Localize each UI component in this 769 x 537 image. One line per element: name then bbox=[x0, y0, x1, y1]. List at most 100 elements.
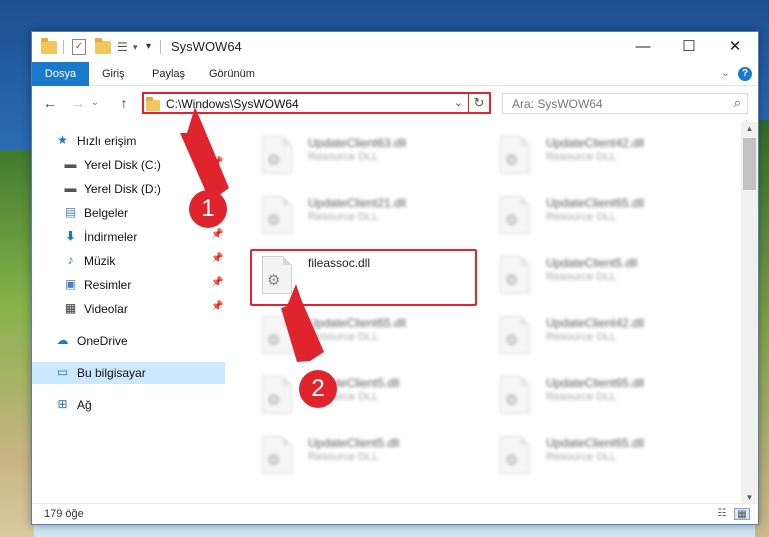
scrollbar-thumb[interactable] bbox=[743, 138, 756, 190]
chevron-down-icon[interactable]: ▾ bbox=[133, 39, 143, 55]
file-name: UpdateClient65.dll bbox=[546, 376, 645, 390]
tab-home[interactable]: Giriş bbox=[92, 62, 135, 86]
customize-toolbar-icon[interactable]: ☰ bbox=[117, 39, 131, 55]
drive-icon: ▬ bbox=[64, 157, 77, 171]
tab-share[interactable]: Paylaş bbox=[142, 62, 195, 86]
toolbar-dropdown-icon[interactable]: ▾ bbox=[146, 39, 156, 55]
file-type: Resource DLL bbox=[308, 151, 379, 163]
dll-file-icon: ⚙ bbox=[500, 256, 530, 294]
file-tile[interactable]: ⚙ UpdateClient42.dll Resource DLL bbox=[488, 130, 718, 185]
close-button[interactable]: ✕ bbox=[712, 32, 758, 62]
dll-file-icon: ⚙ bbox=[262, 316, 292, 354]
large-icons-view-icon[interactable]: ▦ bbox=[734, 508, 750, 520]
sidebar-item-quick-access[interactable]: ★ Hızlı erişim bbox=[32, 130, 225, 152]
file-name: UpdateClient42.dll bbox=[546, 136, 645, 150]
ribbon-tabs: Dosya Giriş Paylaş Görünüm ⌄ ? bbox=[32, 62, 758, 86]
up-button[interactable]: ↑ bbox=[114, 93, 134, 113]
file-type: Resource DLL bbox=[308, 331, 379, 343]
tab-file[interactable]: Dosya bbox=[32, 62, 89, 86]
file-name: UpdateClient21.dll bbox=[308, 196, 407, 210]
computer-icon: ▭ bbox=[56, 365, 69, 379]
forward-button[interactable]: → bbox=[68, 93, 88, 113]
sidebar-item-label: Ağ bbox=[77, 398, 92, 412]
scroll-up-icon[interactable]: ▲ bbox=[741, 122, 758, 136]
sidebar-item-drive-c[interactable]: ▬ Yerel Disk (C:) 📌 bbox=[32, 154, 225, 176]
title-bar: ✓ ☰ ▾ ▾ SysWOW64 — ☐ ✕ bbox=[32, 32, 758, 62]
dll-file-icon: ⚙ bbox=[500, 196, 530, 234]
sidebar-item-this-pc[interactable]: ▭ Bu bilgisayar bbox=[32, 362, 225, 384]
refresh-button[interactable]: ↻ bbox=[468, 92, 491, 114]
file-tile[interactable]: ⚙ UpdateClient65.dll Resource DLL bbox=[488, 430, 718, 485]
file-name: UpdateClient65.dll bbox=[546, 196, 645, 210]
file-name: UpdateClient5.dll bbox=[546, 256, 638, 270]
file-tile[interactable]: ⚙ UpdateClient5.dll Resource DLL bbox=[250, 430, 480, 485]
address-dropdown-icon[interactable]: ⌄ bbox=[454, 96, 463, 109]
address-bar[interactable]: C:\Windows\SysWOW64 ⌄ bbox=[142, 92, 491, 114]
divider bbox=[160, 40, 161, 54]
file-tile[interactable]: ⚙ UpdateClient5.dll Resource DLL bbox=[250, 370, 480, 425]
star-icon: ★ bbox=[57, 133, 68, 147]
picture-icon: ▣ bbox=[64, 277, 77, 291]
sidebar-item-label: Yerel Disk (C:) bbox=[84, 158, 161, 172]
tab-view[interactable]: Görünüm bbox=[199, 62, 265, 86]
file-tile[interactable]: ⚙ UpdateClient65.dll Resource DLL bbox=[488, 370, 718, 425]
dll-file-icon: ⚙ bbox=[262, 436, 292, 474]
file-type: Resource DLL bbox=[546, 151, 617, 163]
file-name: UpdateClient5.dll bbox=[308, 436, 400, 450]
pin-icon: 📌 bbox=[211, 157, 224, 168]
folder-icon bbox=[41, 38, 57, 55]
sidebar-item-label: Hızlı erişim bbox=[77, 134, 137, 148]
sidebar-item-pictures[interactable]: ▣ Resimler 📌 bbox=[32, 274, 225, 296]
file-highlight-box bbox=[250, 249, 477, 306]
file-type: Resource DLL bbox=[546, 271, 617, 283]
divider bbox=[63, 40, 64, 54]
sidebar-item-label: Videolar bbox=[84, 302, 128, 316]
sidebar-item-videos[interactable]: ▦ Videolar 📌 bbox=[32, 298, 225, 320]
sidebar-item-onedrive[interactable]: ☁ OneDrive bbox=[32, 330, 225, 352]
file-tile[interactable]: ⚙ UpdateClient65.dll Resource DLL bbox=[488, 190, 718, 245]
sidebar-item-music[interactable]: ♪ Müzik 📌 bbox=[32, 250, 225, 272]
item-count: 179 öğe bbox=[44, 508, 84, 520]
sidebar-item-label: Belgeler bbox=[84, 206, 129, 220]
search-input[interactable]: Ara: SysWOW64 ⌕ bbox=[502, 93, 748, 114]
folder-icon bbox=[146, 97, 160, 112]
expand-ribbon-icon[interactable]: ⌄ bbox=[721, 66, 730, 79]
sidebar-item-label: Yerel Disk (D:) bbox=[84, 182, 161, 196]
back-button[interactable]: ← bbox=[40, 93, 60, 113]
vertical-scrollbar[interactable]: ▲ ▼ bbox=[741, 122, 758, 505]
file-type: Resource DLL bbox=[308, 451, 379, 463]
file-tile[interactable]: ⚙ UpdateClient42.dll Resource DLL bbox=[488, 310, 718, 365]
dll-file-icon: ⚙ bbox=[500, 436, 530, 474]
search-icon[interactable]: ⌕ bbox=[734, 95, 741, 111]
desktop-background-left bbox=[0, 150, 34, 537]
download-icon: ⬇ bbox=[65, 229, 76, 243]
maximize-button[interactable]: ☐ bbox=[666, 32, 712, 62]
document-icon: ▤ bbox=[64, 205, 77, 219]
new-folder-icon[interactable] bbox=[95, 38, 111, 55]
file-type: Resource DLL bbox=[546, 331, 617, 343]
details-view-icon[interactable]: ☷ bbox=[714, 508, 730, 520]
sidebar-item-downloads[interactable]: ⬇ İndirmeler 📌 bbox=[32, 226, 225, 248]
file-type: Resource DLL bbox=[308, 211, 379, 223]
step-badge-2: 2 bbox=[299, 370, 337, 408]
minimize-button[interactable]: — bbox=[620, 32, 666, 62]
properties-icon[interactable]: ✓ bbox=[72, 39, 86, 55]
dll-file-icon: ⚙ bbox=[500, 376, 530, 414]
file-tile[interactable]: ⚙ UpdateClient21.dll Resource DLL bbox=[250, 190, 480, 245]
file-name: UpdateClient65.dll bbox=[546, 436, 645, 450]
sidebar-item-label: Müzik bbox=[84, 254, 116, 268]
dll-file-icon: ⚙ bbox=[500, 316, 530, 354]
sidebar-item-label: İndirmeler bbox=[84, 230, 138, 244]
file-name: UpdateClient65.dll bbox=[308, 316, 407, 330]
help-icon[interactable]: ? bbox=[738, 67, 752, 81]
sidebar-item-label: Bu bilgisayar bbox=[77, 366, 146, 380]
file-tile[interactable]: ⚙ UpdateClient63.dll Resource DLL bbox=[250, 130, 480, 185]
address-path: C:\Windows\SysWOW64 bbox=[166, 97, 299, 111]
file-tile[interactable]: ⚙ UpdateClient5.dll Resource DLL bbox=[488, 250, 718, 305]
file-name: UpdateClient42.dll bbox=[546, 316, 645, 330]
sidebar-item-label: OneDrive bbox=[77, 334, 128, 348]
recent-locations-button[interactable]: ⌄ bbox=[89, 93, 101, 113]
pin-icon: 📌 bbox=[211, 277, 224, 288]
file-tile[interactable]: ⚙ UpdateClient65.dll Resource DLL bbox=[250, 310, 480, 365]
sidebar-item-network[interactable]: ⊞ Ağ bbox=[32, 394, 225, 416]
